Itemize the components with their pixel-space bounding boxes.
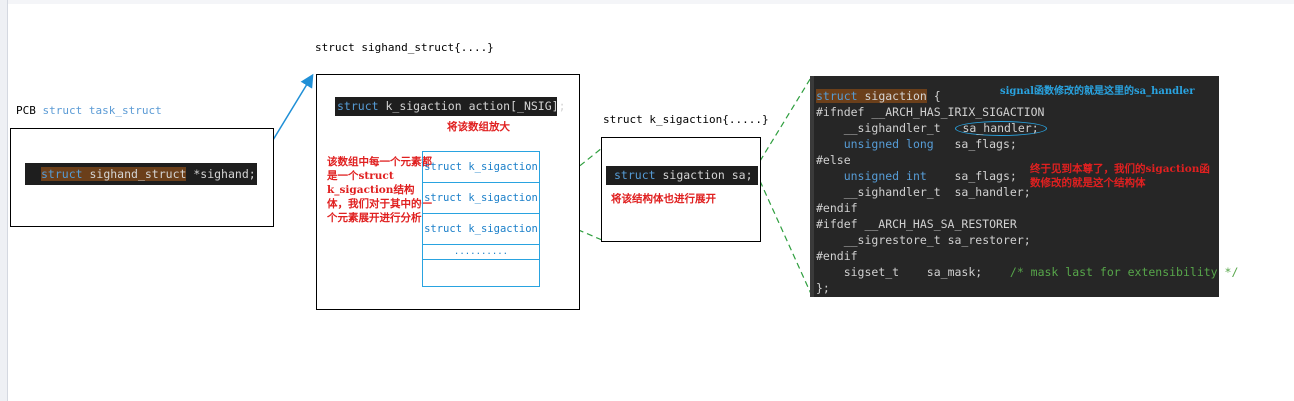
code-line-4: unsigned long sa_flags; bbox=[843, 137, 1017, 151]
sighand-title: struct sighand_struct{....} bbox=[315, 41, 494, 54]
dash-line-4 bbox=[759, 180, 813, 297]
sa-handler-note: signal函数修改的就是这里的sa_handler bbox=[1000, 86, 1195, 97]
action-array-code: struct k_sigaction action[_NSIG]; bbox=[335, 97, 566, 116]
ksigaction-title: struct k_sigaction{.....} bbox=[603, 113, 769, 126]
code-line-3: __sighandler_t sa_handler; bbox=[816, 121, 1047, 136]
code-line-13: }; bbox=[816, 281, 830, 295]
pcb-member-code: struct sighand_struct *sighand; bbox=[25, 163, 257, 185]
code-line-12: sigset_t sa_mask; /* mask last for exten… bbox=[843, 265, 1239, 279]
array-cell: struct k_sigaction bbox=[422, 213, 540, 245]
array-cell: struct k_sigaction bbox=[422, 182, 540, 214]
code-line-11: #endif bbox=[816, 249, 858, 263]
array-cell-empty bbox=[422, 259, 540, 287]
array-cell: .......... bbox=[422, 244, 540, 260]
ksigaction-member-code: struct sigaction sa; bbox=[606, 166, 758, 185]
pcb-title: PCB struct task_struct bbox=[16, 104, 162, 117]
array-desc-note: 该数组中每一个元素都是一个struct k_sigaction结构体，我们对于其… bbox=[327, 156, 432, 224]
ksigaction-box: struct sigaction sa; bbox=[601, 137, 761, 242]
code-line-8: #endif bbox=[816, 201, 858, 215]
ksigaction-note: 将该结构体也进行展开 bbox=[611, 193, 716, 205]
pcb-box: struct sighand_struct *sighand; bbox=[10, 128, 274, 227]
code-line-2: #ifndef __ARCH_HAS_IRIX_SIGACTION bbox=[816, 105, 1045, 119]
code-line-6: unsigned int sa_flags; bbox=[843, 169, 1017, 183]
code-gutter bbox=[810, 76, 814, 297]
code-line-5: #else bbox=[816, 153, 851, 167]
sa-handler-highlight: sa_handler; bbox=[954, 121, 1047, 136]
code-line-7: __sighandler_t sa_handler; bbox=[843, 185, 1031, 199]
code-line-9: #ifdef __ARCH_HAS_SA_RESTORER bbox=[816, 217, 1017, 231]
code-line-1: struct sigaction { bbox=[816, 89, 941, 103]
code-line-10: __sigrestore_t sa_restorer; bbox=[843, 233, 1031, 247]
sigaction-note: 终于见到本尊了，我们的sigaction函数修改的就是这个结构体 bbox=[1030, 163, 1210, 189]
sigaction-code-panel: struct sigaction { #ifndef __ARCH_HAS_IR… bbox=[810, 76, 1238, 297]
zoom-note: 将该数组放大 bbox=[447, 121, 510, 133]
array-cell: struct k_sigaction bbox=[422, 151, 540, 183]
